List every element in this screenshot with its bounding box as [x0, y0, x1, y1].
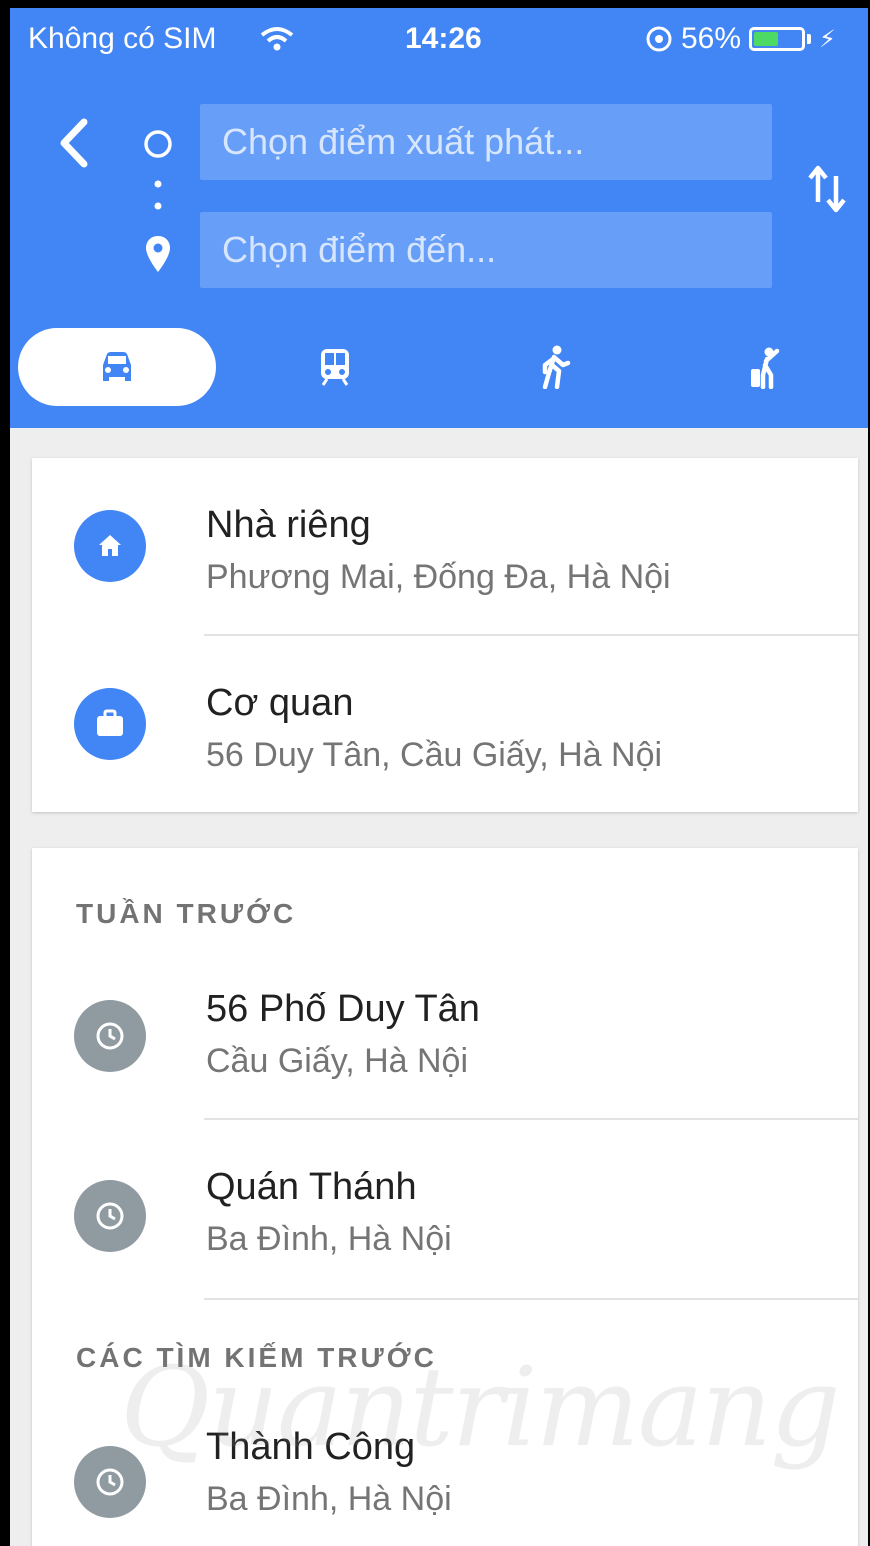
destination-input[interactable]: Chọn điểm đến... [200, 212, 772, 288]
place-subtitle: 56 Duy Tân, Cầu Giấy, Hà Nội [206, 736, 663, 774]
mode-tab-car[interactable] [18, 328, 216, 406]
mode-tab-walk[interactable] [510, 330, 600, 404]
section-label-previous-searches: CÁC TÌM KIẾM TRƯỚC [76, 1342, 437, 1373]
clock-time: 14:26 [405, 22, 482, 55]
clock-icon [74, 1446, 146, 1518]
place-title: Nhà riêng [206, 504, 371, 546]
divider [204, 1118, 858, 1120]
origin-input[interactable]: Chọn điểm xuất phát... [200, 104, 772, 180]
mode-tab-transit[interactable] [290, 330, 380, 404]
swap-directions-icon[interactable] [806, 162, 850, 216]
list-item[interactable]: 56 Phố Duy Tân Cầu Giấy, Hà Nội [32, 948, 858, 1124]
back-arrow-icon[interactable] [48, 108, 98, 178]
list-item[interactable]: Quán Thánh Ba Đình, Hà Nội [32, 1128, 858, 1304]
battery-icon [749, 27, 806, 51]
orientation-lock-icon [646, 26, 672, 52]
carrier-label: Không có SIM [28, 22, 217, 55]
place-subtitle: Cầu Giấy, Hà Nội [206, 1042, 469, 1080]
section-label-last-week: TUẦN TRƯỚC [76, 898, 297, 929]
origin-circle-icon [144, 130, 172, 158]
list-item-home[interactable]: Nhà riêng Phương Mai, Đống Đa, Hà Nội [32, 458, 858, 634]
briefcase-icon [74, 688, 146, 760]
mode-tab-ride[interactable] [722, 330, 812, 404]
place-subtitle: Phương Mai, Đống Đa, Hà Nội [206, 558, 671, 596]
car-icon [103, 352, 131, 381]
place-title: Cơ quan [206, 682, 354, 724]
destination-pin-icon [146, 236, 170, 272]
list-item-work[interactable]: Cơ quan 56 Duy Tân, Cầu Giấy, Hà Nội [32, 636, 858, 812]
app-screen: Không có SIM 14:26 56% ⚡ Chọn điểm xuất … [10, 8, 868, 1546]
transit-icon [321, 349, 349, 386]
ride-icon [751, 347, 780, 389]
battery-fill [754, 32, 779, 46]
list-item[interactable]: Thành Công Ba Đình, Hà Nội [32, 1378, 858, 1546]
status-right: 56% ⚡ [645, 22, 836, 56]
battery-percent: 56% [681, 22, 742, 55]
place-title: Thành Công [206, 1426, 416, 1468]
divider [204, 1298, 858, 1300]
clock-icon [74, 1000, 146, 1072]
charging-icon: ⚡ [819, 25, 836, 53]
saved-places-card: Nhà riêng Phương Mai, Đống Đa, Hà Nội Cơ… [32, 458, 858, 812]
place-subtitle: Ba Đình, Hà Nội [206, 1480, 452, 1518]
wifi-icon [260, 27, 294, 51]
place-title: Quán Thánh [206, 1166, 417, 1208]
place-subtitle: Ba Đình, Hà Nội [206, 1220, 452, 1258]
home-icon [74, 510, 146, 582]
clock-icon [74, 1180, 146, 1252]
directions-header: Không có SIM 14:26 56% ⚡ Chọn điểm xuất … [10, 8, 868, 428]
route-dots-icon [154, 180, 162, 210]
battery-tip [807, 34, 812, 44]
place-title: 56 Phố Duy Tân [206, 988, 480, 1030]
history-card: TUẦN TRƯỚC 56 Phố Duy Tân Cầu Giấy, Hà N… [32, 848, 858, 1546]
walking-icon [542, 345, 571, 389]
